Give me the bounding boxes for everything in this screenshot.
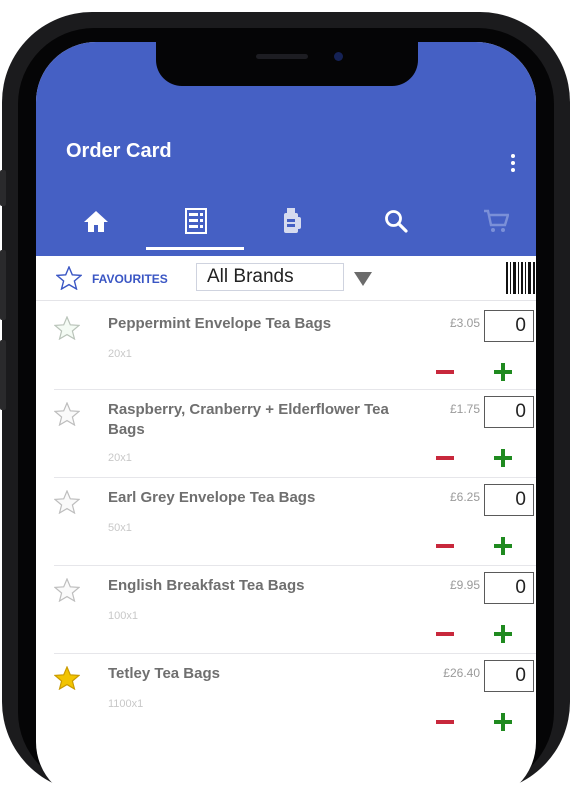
quantity-input[interactable]: 0 [484, 572, 534, 604]
pack-size: 1100x1 [108, 698, 144, 710]
increase-quantity-button[interactable] [494, 713, 512, 731]
tab-home[interactable] [76, 192, 116, 250]
decrease-quantity-button[interactable] [436, 720, 454, 724]
tab-cart[interactable] [476, 192, 516, 250]
star-outline-icon [55, 265, 83, 291]
product-name: Peppermint Envelope Tea Bags [108, 315, 332, 332]
product-price: £26.40 [443, 666, 480, 680]
product-name: Raspberry, Cranberry + Elderflower Tea B… [108, 401, 389, 438]
quantity-input[interactable]: 0 [484, 660, 534, 692]
favourites-label[interactable]: FAVOURITES [92, 272, 168, 286]
pack-size: 20x1 [108, 452, 132, 464]
brand-select[interactable]: All Brands [196, 263, 344, 291]
favourite-toggle-icon[interactable] [54, 666, 80, 690]
overflow-menu-icon[interactable] [510, 154, 516, 172]
order-card-icon [185, 208, 207, 234]
increase-quantity-button[interactable] [494, 537, 512, 555]
product-price: £9.95 [449, 578, 480, 592]
increase-quantity-button[interactable] [494, 625, 512, 643]
favourite-toggle-icon[interactable] [54, 490, 80, 514]
phone-side-button [0, 170, 6, 206]
search-icon [385, 210, 408, 233]
product-price: £6.25 [449, 490, 480, 504]
product-name: Earl Grey Envelope Tea Bags [108, 489, 316, 506]
product-row: English Breakfast Tea Bags 100x1 £9.95 0 [36, 566, 536, 654]
decrease-quantity-button[interactable] [436, 456, 454, 460]
front-camera [334, 52, 343, 61]
phone-volume-down-button [0, 340, 6, 410]
product-row: Peppermint Envelope Tea Bags 20x1 £3.05 … [36, 304, 536, 390]
pack-size: 20x1 [108, 348, 132, 360]
product-row: Tetley Tea Bags 1100x1 £26.40 0 [36, 654, 536, 742]
decrease-quantity-button[interactable] [436, 370, 454, 374]
phone-notch [156, 42, 418, 86]
app-screen: Order Card FAVOURITES All Brands Pepperm… [36, 42, 536, 802]
filter-bar: FAVOURITES All Brands [36, 256, 536, 300]
page-title: Order Card [66, 140, 172, 162]
divider [36, 300, 536, 301]
quantity-input[interactable]: 0 [484, 310, 534, 342]
pack-size: 50x1 [108, 522, 132, 534]
tab-order-card[interactable] [176, 192, 216, 250]
favourite-toggle-icon[interactable] [54, 402, 80, 426]
favourite-toggle-icon[interactable] [54, 316, 80, 340]
favourite-toggle-icon[interactable] [54, 578, 80, 602]
increase-quantity-button[interactable] [494, 449, 512, 467]
product-name: Tetley Tea Bags [108, 665, 220, 682]
category-icon [284, 208, 301, 233]
decrease-quantity-button[interactable] [436, 632, 454, 636]
product-row: Earl Grey Envelope Tea Bags 50x1 £6.25 0 [36, 478, 536, 566]
increase-quantity-button[interactable] [494, 363, 512, 381]
quantity-input[interactable]: 0 [484, 396, 534, 428]
product-row: Raspberry, Cranberry + Elderflower Tea B… [36, 390, 536, 478]
product-name: English Breakfast Tea Bags [108, 577, 305, 594]
quantity-input[interactable]: 0 [484, 484, 534, 516]
product-price: £3.05 [449, 316, 480, 330]
tab-search[interactable] [376, 192, 416, 250]
cart-icon [484, 209, 509, 232]
pack-size: 100x1 [108, 610, 138, 622]
phone-volume-up-button [0, 250, 6, 320]
active-tab-indicator [146, 247, 244, 250]
tab-categories[interactable] [272, 192, 312, 250]
product-price: £1.75 [449, 402, 480, 416]
home-icon [84, 211, 108, 232]
barcode-scan-icon[interactable] [506, 262, 536, 294]
decrease-quantity-button[interactable] [436, 544, 454, 548]
favourites-filter-toggle[interactable] [55, 265, 83, 295]
chevron-down-icon[interactable] [354, 272, 372, 286]
app-bar: Order Card [36, 42, 536, 256]
speaker-grille [256, 54, 308, 59]
